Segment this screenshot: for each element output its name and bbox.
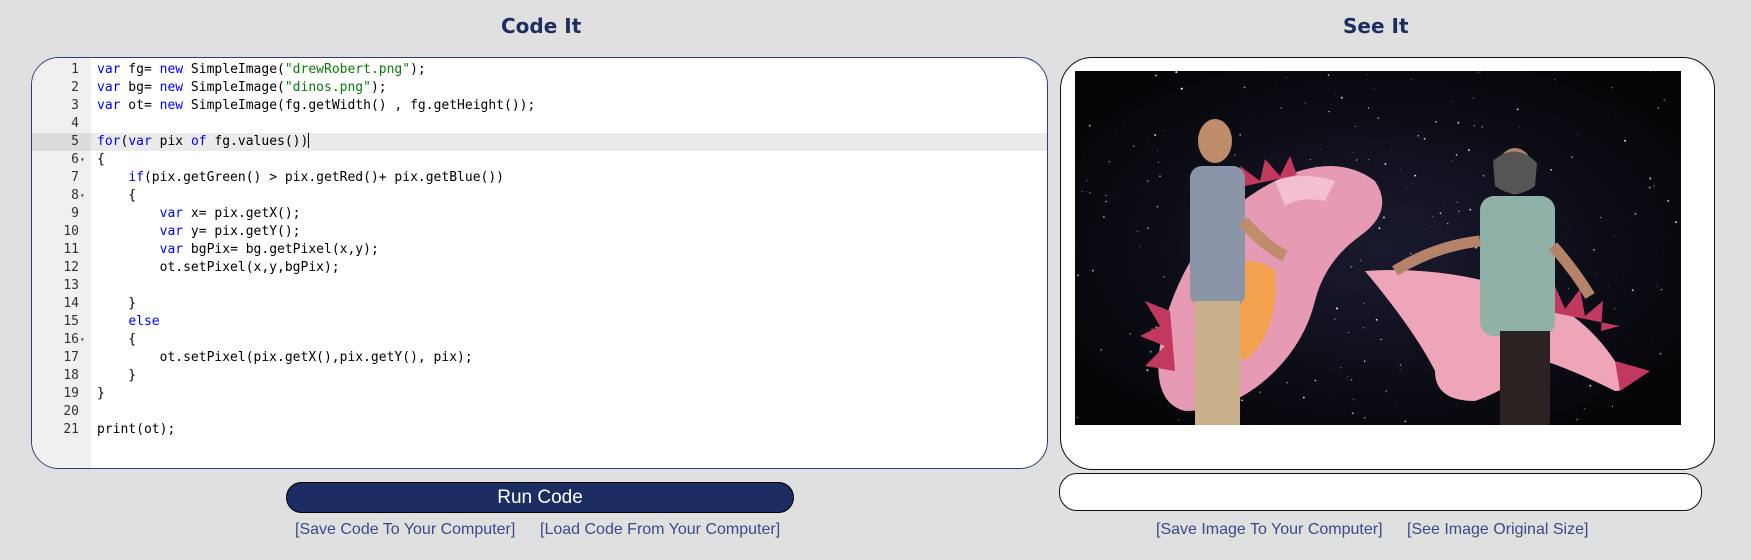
code-line[interactable]: 8 ▾ { — [32, 187, 1047, 205]
code-line[interactable]: 21 print(ot); — [32, 421, 1047, 439]
code-text[interactable]: else — [97, 313, 159, 331]
run-code-button[interactable]: Run Code — [286, 482, 794, 513]
output-image — [1075, 71, 1681, 425]
line-number: 19 — [63, 386, 79, 401]
line-number: 4 — [71, 116, 79, 131]
line-number: 2 — [71, 80, 79, 95]
code-text[interactable]: { — [97, 187, 136, 205]
fold-arrow-icon[interactable]: ▾ — [80, 331, 85, 349]
code-text[interactable]: } — [97, 295, 136, 313]
code-text[interactable]: ot.setPixel(pix.getX(),pix.getY(), pix); — [97, 349, 473, 367]
code-line[interactable]: 9 var x= pix.getX(); — [32, 205, 1047, 223]
code-line[interactable]: 1 var fg= new SimpleImage("drewRobert.png… — [32, 61, 1047, 79]
code-line[interactable]: 3 var ot= new SimpleImage(fg.getWidth() ,… — [32, 97, 1047, 115]
image-viewer — [1060, 57, 1715, 470]
code-line[interactable]: 16 ▾ { — [32, 331, 1047, 349]
code-line[interactable]: 2 var bg= new SimpleImage("dinos.png"); — [32, 79, 1047, 97]
line-number: 20 — [63, 404, 79, 419]
code-text[interactable]: var bg= new SimpleImage("dinos.png"); — [97, 79, 387, 97]
code-line[interactable]: 7 if(pix.getGreen() > pix.getRed()+ pix.… — [32, 169, 1047, 187]
code-text[interactable]: { — [97, 151, 105, 169]
code-line[interactable]: 5 for(var pix of fg.values()) — [32, 133, 1047, 151]
code-it-heading: Code It — [501, 14, 582, 38]
see-it-heading: See It — [1343, 14, 1409, 38]
code-lines[interactable]: 1 var fg= new SimpleImage("drewRobert.png… — [32, 61, 1047, 439]
line-number: 14 — [63, 296, 79, 311]
code-editor[interactable]: 1 var fg= new SimpleImage("drewRobert.png… — [31, 57, 1048, 469]
code-text[interactable]: print(ot); — [97, 421, 175, 439]
code-line[interactable]: 12 ot.setPixel(x,y,bgPix); — [32, 259, 1047, 277]
code-line[interactable]: 15 else — [32, 313, 1047, 331]
line-number: 15 — [63, 314, 79, 329]
code-line[interactable]: 18 } — [32, 367, 1047, 385]
code-line[interactable]: 10 var y= pix.getY(); — [32, 223, 1047, 241]
code-text[interactable]: ot.setPixel(x,y,bgPix); — [97, 259, 340, 277]
code-line[interactable]: 14 } — [32, 295, 1047, 313]
line-number: 10 — [63, 224, 79, 239]
line-number: 21 — [63, 422, 79, 437]
line-number: 5 — [32, 133, 91, 151]
fold-arrow-icon[interactable]: ▾ — [80, 187, 85, 205]
code-line[interactable]: 13 — [32, 277, 1047, 295]
line-number: 12 — [63, 260, 79, 275]
code-text[interactable]: } — [97, 385, 105, 403]
code-line[interactable]: 20 — [32, 403, 1047, 421]
line-number: 13 — [63, 278, 79, 293]
code-line[interactable]: 11 var bgPix= bg.getPixel(x,y); — [32, 241, 1047, 259]
composited-image-drawing — [1075, 71, 1681, 425]
code-line[interactable]: 4 — [32, 115, 1047, 133]
code-text[interactable]: { — [97, 331, 136, 349]
code-text[interactable]: var bgPix= bg.getPixel(x,y); — [97, 241, 379, 259]
line-number: 1 — [71, 62, 79, 77]
code-line[interactable]: 17 ot.setPixel(pix.getX(),pix.getY(), pi… — [32, 349, 1047, 367]
code-line[interactable]: 6 ▾{ — [32, 151, 1047, 169]
line-number: 11 — [63, 242, 79, 257]
code-text[interactable]: } — [97, 367, 136, 385]
line-number: 3 — [71, 98, 79, 113]
code-text[interactable]: if(pix.getGreen() > pix.getRed()+ pix.ge… — [97, 169, 504, 187]
fold-arrow-icon[interactable]: ▾ — [80, 151, 85, 169]
line-number: 9 — [71, 206, 79, 221]
code-text[interactable]: var x= pix.getX(); — [97, 205, 301, 223]
code-text[interactable]: var y= pix.getY(); — [97, 223, 301, 241]
line-number: 17 — [63, 350, 79, 365]
code-text[interactable]: var ot= new SimpleImage(fg.getWidth() , … — [97, 97, 535, 115]
code-line[interactable]: 19} — [32, 385, 1047, 403]
save-image-link[interactable]: [Save Image To Your Computer] — [1156, 521, 1383, 539]
output-text-area — [1059, 473, 1702, 511]
code-text[interactable]: var fg= new SimpleImage("drewRobert.png"… — [97, 61, 426, 79]
line-number: 18 — [63, 368, 79, 383]
save-code-link[interactable]: [Save Code To Your Computer] — [295, 521, 515, 539]
see-original-size-link[interactable]: [See Image Original Size] — [1407, 521, 1588, 539]
code-text[interactable]: for(var pix of fg.values()) — [97, 133, 310, 151]
load-code-link[interactable]: [Load Code From Your Computer] — [540, 521, 780, 539]
line-number: 7 — [71, 170, 79, 185]
